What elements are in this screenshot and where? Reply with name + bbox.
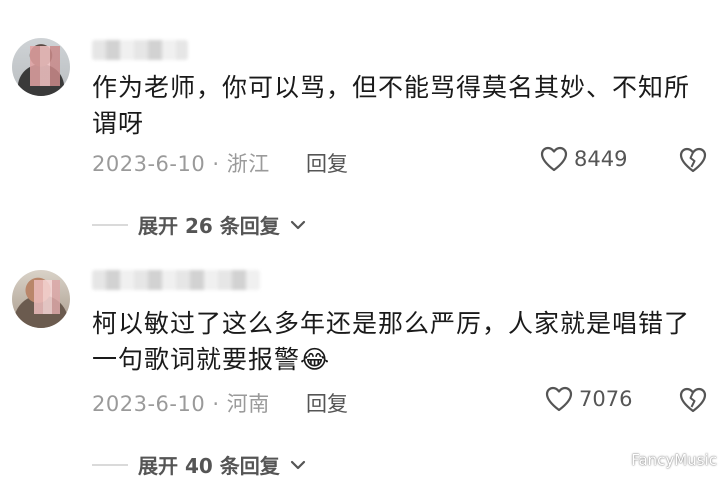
broken-heart-icon [679, 147, 707, 173]
expand-replies-label: 展开 40 条回复 [138, 454, 280, 477]
username-blurred[interactable] [92, 270, 260, 290]
dislike-button[interactable] [679, 147, 707, 177]
comment-date-location: 2023-6-10 · 浙江 [92, 152, 270, 176]
expand-replies-button[interactable]: 展开 26 条回复 [92, 210, 306, 239]
comment-text: 作为老师，你可以骂，但不能骂得莫名其妙、不知所谓呀 [92, 73, 691, 138]
divider [92, 223, 128, 226]
like-count: 7076 [579, 387, 633, 411]
comment-text: 柯以敏过了这么多年还是那么严厉，人家就是唱错了一句歌词就要报警😂 [92, 306, 712, 378]
avatar[interactable] [12, 270, 70, 328]
expand-replies-button[interactable]: 展开 40 条回复 [92, 450, 306, 477]
comment-date-location: 2023-6-10 · 河南 [92, 392, 270, 416]
reply-button[interactable]: 回复 [306, 148, 348, 178]
chevron-down-icon [290, 220, 305, 229]
heart-outline-icon [545, 386, 573, 412]
broken-heart-icon [679, 387, 707, 413]
comment-text-body: 柯以敏过了这么多年还是那么严厉，人家就是唱错了一句歌词就要报警 [92, 309, 691, 374]
dislike-button[interactable] [679, 387, 707, 417]
like-count: 8449 [574, 147, 628, 171]
like-button[interactable]: 8449 [540, 146, 627, 172]
comment-item: 柯以敏过了这么多年还是那么严厉，人家就是唱错了一句歌词就要报警😂 2023-6-… [0, 250, 727, 477]
expand-replies-label: 展开 26 条回复 [138, 214, 280, 238]
watermark: FancyMusic [631, 451, 717, 469]
like-button[interactable]: 7076 [545, 386, 632, 412]
heart-outline-icon [540, 146, 568, 172]
laughing-emoji-icon: 😂 [300, 345, 331, 374]
reply-button[interactable]: 回复 [306, 388, 348, 418]
comment-item: 作为老师，你可以骂，但不能骂得莫名其妙、不知所谓呀 2023-6-10 · 浙江… [0, 0, 727, 250]
divider [92, 463, 128, 466]
chevron-down-icon [290, 460, 305, 469]
avatar[interactable] [12, 38, 70, 96]
username-blurred[interactable] [92, 40, 188, 60]
